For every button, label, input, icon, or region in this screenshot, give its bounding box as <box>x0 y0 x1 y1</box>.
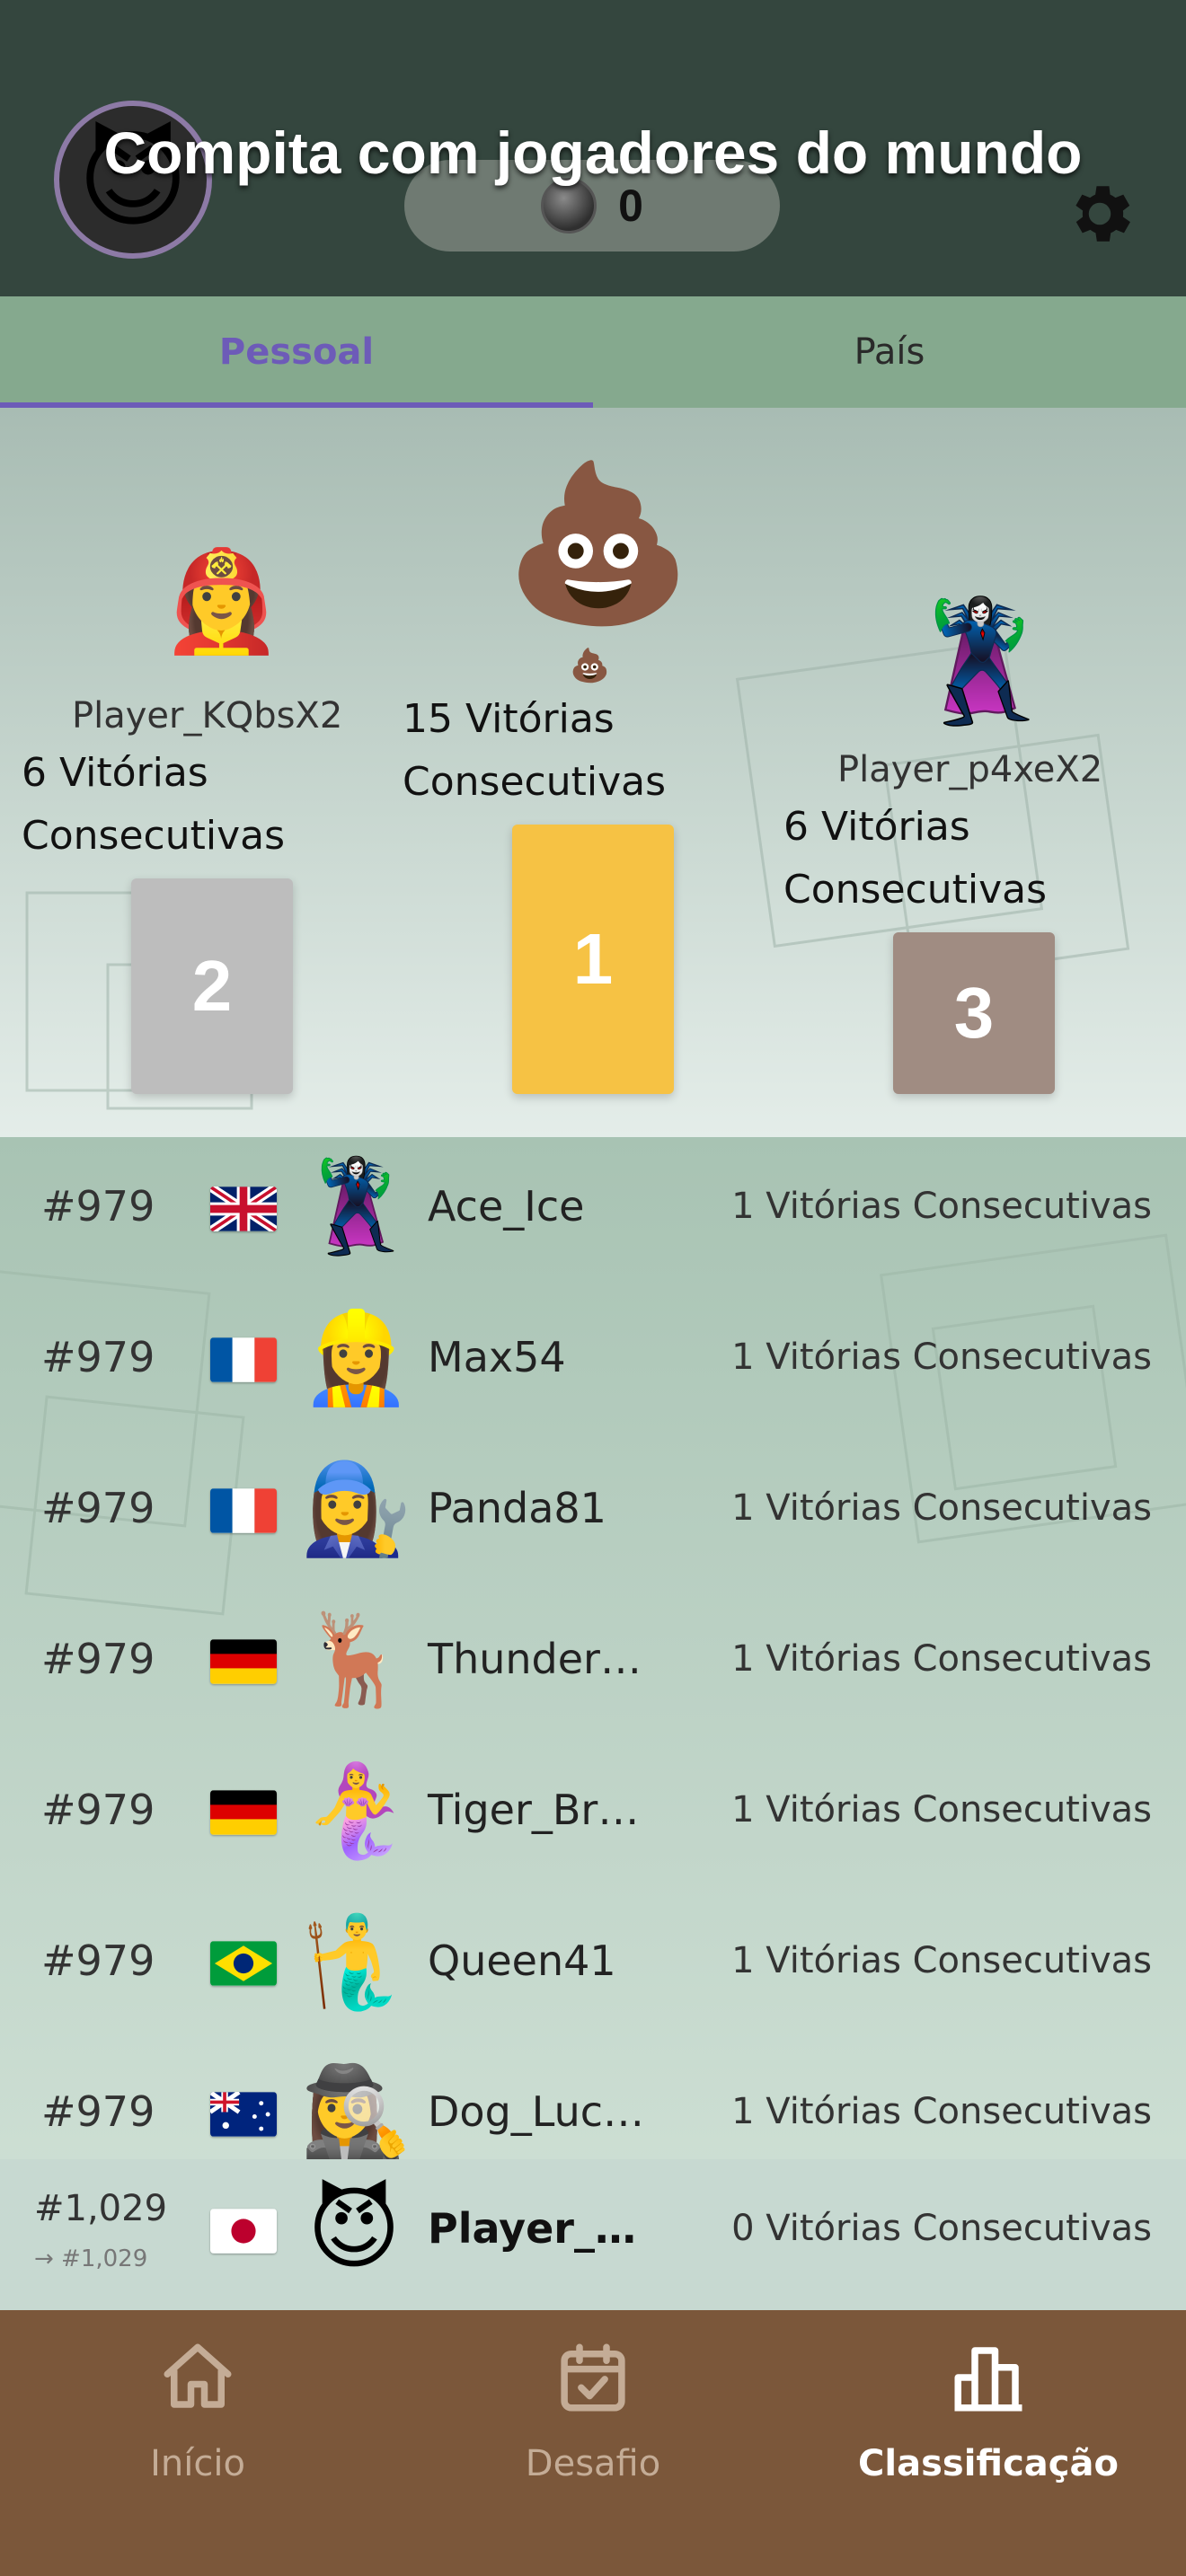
current-user-avatar: 😈 <box>306 2176 402 2281</box>
row-avatar: 🧜‍♂️ <box>300 1909 412 2014</box>
third-place-score: 6 Vitórias Consecutivas <box>783 804 1048 913</box>
nav-challenge-label: Desafio <box>525 2443 661 2484</box>
row-avatar: 🕵️‍♀️ <box>300 2060 412 2165</box>
leaderboard-row[interactable]: #979 🦹‍♀️ Ace_Ice 1 Vitórias Consecutiva… <box>0 1137 1186 1288</box>
row-avatar: 👩‍🔧 <box>300 1456 412 1561</box>
row-rank: #979 <box>41 1484 155 1532</box>
third-place-avatar[interactable]: 🦹‍♀️ <box>907 604 1053 720</box>
current-user-name: Player_… <box>428 2204 636 2253</box>
gear-icon <box>1075 186 1130 242</box>
bar-chart-icon <box>954 2347 1022 2412</box>
first-place-badge: 💩 <box>570 648 610 684</box>
page-title: Compita com jogadores do mundo <box>103 119 1083 186</box>
first-place-avatar[interactable]: 💩 <box>503 467 694 620</box>
second-place-score: 6 Vitórias Consecutivas <box>22 750 286 859</box>
leaderboard-row[interactable]: #979 🧜‍♀️ Tiger_Br… 1 Vitórias Consecuti… <box>0 1741 1186 1892</box>
second-place-avatar[interactable]: 👩‍🚒 <box>160 551 283 650</box>
row-player-name: Queen41 <box>428 1936 616 1985</box>
current-user-rank: #1,029 <box>34 2188 168 2229</box>
flag-de-icon <box>210 1790 277 1835</box>
leaderboard-list[interactable]: #979 🦹‍♀️ Ace_Ice 1 Vitórias Consecutiva… <box>0 1137 1186 2310</box>
nav-challenge[interactable]: Desafio <box>395 2337 791 2553</box>
row-score: 1 Vitórias Consecutivas <box>731 1487 1152 1529</box>
first-place-number: 1 <box>572 919 614 999</box>
third-place-name: Player_p4xeX2 <box>837 749 1103 790</box>
leaderboard-row[interactable]: #979 👩‍🔧 Panda81 1 Vitórias Consecutivas <box>0 1439 1186 1590</box>
first-place-block: 1 <box>512 825 674 1094</box>
second-place-block: 2 <box>131 878 293 1094</box>
flag-gb-icon <box>210 1187 277 1231</box>
current-user-previous-rank: → #1,029 <box>34 2245 148 2272</box>
leaderboard-row[interactable]: #979 🦌 Thunder… 1 Vitórias Consecutivas <box>0 1590 1186 1741</box>
current-user-row[interactable]: #1,029 → #1,029 😈 Player_… 0 Vitórias Co… <box>0 2159 1186 2310</box>
row-player-name: Panda81 <box>428 1484 606 1532</box>
row-rank: #979 <box>41 1333 155 1381</box>
row-player-name: Max54 <box>428 1333 566 1381</box>
nav-leaderboard[interactable]: Classificação <box>791 2337 1186 2553</box>
row-avatar: 🦌 <box>300 1607 412 1712</box>
second-place-name: Player_KQbsX2 <box>72 695 343 737</box>
nav-leaderboard-label: Classificação <box>858 2443 1119 2484</box>
flag-br-icon <box>210 1941 277 1986</box>
row-rank: #979 <box>41 1635 155 1683</box>
row-avatar: 🦹‍♀️ <box>300 1154 412 1259</box>
tab-bar: Pessoal País <box>0 296 1186 408</box>
first-place-score: 15 Vitórias Consecutivas <box>403 696 667 805</box>
bottom-navigation: Início Desafio Classificação <box>0 2310 1186 2576</box>
tab-country[interactable]: País <box>593 296 1186 408</box>
row-score: 1 Vitórias Consecutivas <box>731 1789 1152 1831</box>
row-score: 1 Vitórias Consecutivas <box>731 1186 1152 1227</box>
flag-au-icon <box>210 2092 277 2137</box>
row-score: 1 Vitórias Consecutivas <box>731 1337 1152 1378</box>
current-user-score: 0 Vitórias Consecutivas <box>731 2208 1152 2249</box>
row-player-name: Ace_Ice <box>428 1182 585 1231</box>
row-player-name: Thunder… <box>428 1635 642 1683</box>
row-avatar: 🧜‍♀️ <box>300 1758 412 1863</box>
row-avatar: 👷‍♀️ <box>300 1305 412 1410</box>
settings-button[interactable] <box>1062 176 1137 251</box>
row-score: 1 Vitórias Consecutivas <box>731 1638 1152 1680</box>
row-score: 1 Vitórias Consecutivas <box>731 2091 1152 2132</box>
row-score: 1 Vitórias Consecutivas <box>731 1940 1152 1981</box>
flag-jp-icon <box>210 2209 277 2254</box>
flag-de-icon <box>210 1639 277 1684</box>
third-place-block: 3 <box>893 932 1055 1094</box>
tab-personal[interactable]: Pessoal <box>0 296 593 408</box>
row-rank: #979 <box>41 1786 155 1834</box>
nav-home-label: Início <box>150 2443 245 2484</box>
row-rank: #979 <box>41 1182 155 1231</box>
row-player-name: Dog_Luc… <box>428 2087 645 2136</box>
row-player-name: Tiger_Br… <box>428 1786 640 1834</box>
calendar-check-icon <box>561 2343 625 2412</box>
podium: 👩‍🚒 Player_KQbsX2 6 Vitórias Consecutiva… <box>0 408 1186 1137</box>
leaderboard-row[interactable]: #979 👷‍♀️ Max54 1 Vitórias Consecutivas <box>0 1288 1186 1439</box>
flag-fr-icon <box>210 1337 277 1382</box>
row-rank: #979 <box>41 1936 155 1985</box>
leaderboard-row[interactable]: #979 🧜‍♂️ Queen41 1 Vitórias Consecutiva… <box>0 1892 1186 2042</box>
home-icon <box>164 2343 232 2408</box>
nav-home[interactable]: Início <box>0 2337 395 2553</box>
second-place-number: 2 <box>191 946 233 1026</box>
third-place-number: 3 <box>953 973 995 1053</box>
flag-fr-icon <box>210 1488 277 1533</box>
row-rank: #979 <box>41 2087 155 2136</box>
